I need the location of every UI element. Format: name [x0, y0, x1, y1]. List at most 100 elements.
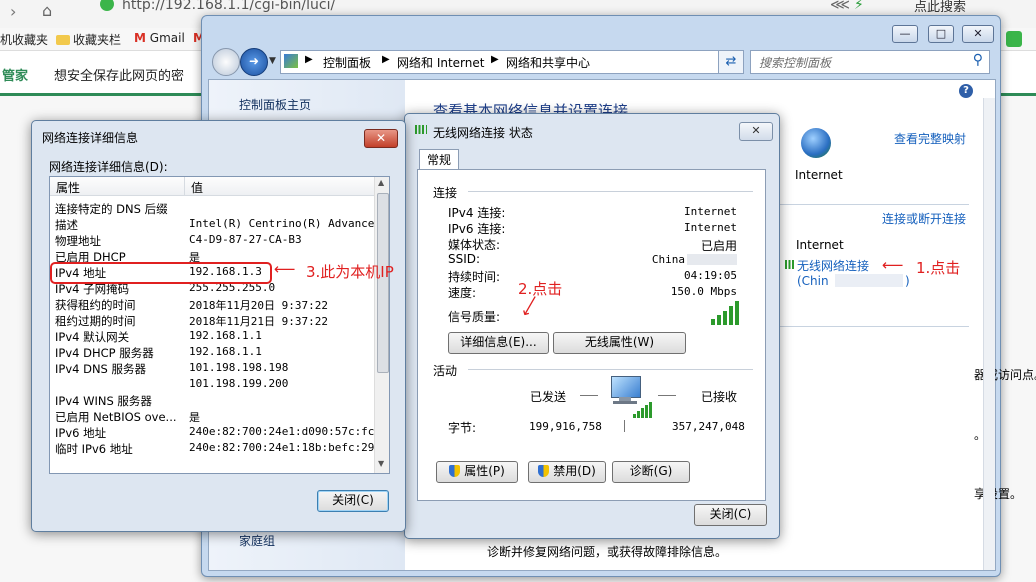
- lightning-icon[interactable]: ⚡: [854, 0, 864, 13]
- details-rows: 连接特定的 DNS 后缀 描述 Intel(R) Centrino(R) Adva…: [50, 201, 388, 473]
- search-input[interactable]: 搜索控制面板: [759, 54, 831, 71]
- breadcrumb-control-panel[interactable]: 控制面板: [323, 54, 371, 71]
- connect-disconnect-link[interactable]: 连接或断开连接: [882, 210, 966, 227]
- tab-general[interactable]: 常规: [419, 149, 459, 170]
- media-state-value: 已启用: [700, 239, 737, 253]
- help-icon[interactable]: ?: [959, 84, 973, 98]
- vertical-scrollbar[interactable]: [983, 98, 995, 570]
- value-cell: 2018年11月21日 9:37:22: [189, 315, 328, 328]
- wireless-properties-button[interactable]: 无线属性(W): [553, 332, 686, 354]
- breadcrumb-network-sharing-center[interactable]: 网络和共享中心: [506, 54, 590, 71]
- activity-rule: [658, 395, 676, 396]
- forward-icon[interactable]: ›: [10, 2, 16, 21]
- vertical-scrollbar[interactable]: ▲ ▼: [374, 177, 389, 473]
- minimize-button[interactable]: —: [892, 25, 918, 43]
- back-button[interactable]: [212, 48, 240, 76]
- redacted-ssid: [835, 274, 903, 287]
- breadcrumb-network-internet[interactable]: 网络和 Internet: [397, 54, 484, 71]
- duration-value: 04:19:05: [684, 269, 737, 282]
- search-icon[interactable]: ⚲: [973, 52, 983, 68]
- property-cell: IPv4 WINS 服务器: [55, 394, 152, 408]
- uac-shield-icon: [449, 465, 461, 477]
- address-bar-url[interactable]: http://192.168.1.1/cgi-bin/luci/: [122, 0, 335, 13]
- close-dialog-button[interactable]: ✕: [739, 122, 773, 141]
- table-row[interactable]: 连接特定的 DNS 后缀: [50, 201, 368, 217]
- signal-quality-label: 信号质量:: [448, 310, 501, 324]
- properties-button[interactable]: 属性(P): [436, 461, 518, 483]
- scrollbar-thumb[interactable]: [377, 193, 389, 373]
- bookmark-favorites[interactable]: 机收藏夹: [0, 31, 48, 48]
- ssid-link-tail[interactable]: ): [905, 274, 910, 288]
- table-row[interactable]: IPv4 WINS 服务器: [50, 393, 368, 409]
- diagnose-button[interactable]: 诊断(G): [612, 461, 690, 483]
- maximize-button[interactable]: □: [928, 25, 954, 43]
- close-dialog-button[interactable]: ✕: [364, 129, 398, 148]
- banner-text: 想安全保存此网页的密: [54, 69, 185, 84]
- browser-search-text[interactable]: 点此搜索: [914, 0, 966, 15]
- value-cell: Intel(R) Centrino(R) Advanced-: [189, 217, 388, 230]
- bookmark-label: 收藏夹栏: [73, 33, 122, 47]
- button-label: 属性(P): [464, 464, 505, 478]
- value-cell: 240e:82:700:24e1:d090:57c:fc7f: [189, 425, 388, 438]
- ssid-label: SSID:: [448, 252, 481, 266]
- table-row[interactable]: 物理地址 C4-D9-87-27-CA-B3: [50, 233, 368, 249]
- address-bar[interactable]: ▶ 控制面板 ▶ 网络和 Internet ▶ 网络和共享中心 ▼: [280, 50, 740, 74]
- history-dropdown-icon[interactable]: ▼: [269, 56, 276, 66]
- table-row[interactable]: 获得租约的时间 2018年11月20日 9:37:22: [50, 297, 368, 313]
- close-button[interactable]: 关闭(C): [317, 490, 389, 512]
- signal-strength-icon: [633, 402, 653, 418]
- brand-label: 管家: [2, 69, 29, 84]
- column-header-value[interactable]: 值: [191, 179, 203, 196]
- column-header-property[interactable]: 属性: [56, 179, 80, 196]
- bytes-received-value: 357,247,048: [672, 420, 745, 433]
- ipv6-connectivity-label: IPv6 连接:: [448, 222, 506, 236]
- button-label: 禁用(D): [553, 464, 596, 478]
- gmail-icon: M: [134, 31, 146, 45]
- table-row[interactable]: 租约过期的时间 2018年11月21日 9:37:22: [50, 313, 368, 329]
- value-cell: 是: [189, 411, 200, 424]
- table-row[interactable]: IPv4 DHCP 服务器 192.168.1.1: [50, 345, 368, 361]
- sharing-settings-fragment: 享设置。: [974, 487, 1023, 501]
- property-cell: 描述: [55, 218, 78, 232]
- table-row[interactable]: IPv4 DNS 服务器 101.198.198.198: [50, 361, 368, 377]
- scroll-down-icon[interactable]: ▼: [378, 459, 384, 468]
- bytes-sent-value: 199,916,758: [529, 420, 602, 433]
- ssid-link-text[interactable]: (Chin: [797, 274, 829, 288]
- bookmark-favorites-bar[interactable]: 收藏夹栏: [56, 31, 121, 48]
- bookmark-gmail[interactable]: M Gmail: [134, 31, 185, 45]
- table-row[interactable]: 临时 IPv6 地址 240e:82:700:24e1:18b:befc:29f1: [50, 441, 388, 457]
- ipv4-connectivity-label: IPv4 连接:: [448, 206, 506, 220]
- property-cell: 获得租约的时间: [55, 298, 136, 312]
- details-button[interactable]: 详细信息(E)...: [448, 332, 549, 354]
- view-full-map-link[interactable]: 查看完整映射: [894, 130, 966, 147]
- share-icon[interactable]: ⋘: [830, 0, 850, 13]
- disable-button[interactable]: 禁用(D): [528, 461, 606, 483]
- chevron-right-icon: ▶: [491, 54, 499, 65]
- scroll-up-icon[interactable]: ▲: [378, 178, 384, 187]
- forward-button[interactable]: ➜: [240, 48, 268, 76]
- search-box[interactable]: 搜索控制面板 ⚲: [750, 50, 990, 74]
- sidebar-item-homegroup[interactable]: 家庭组: [239, 532, 275, 549]
- chevron-right-icon: ▶: [382, 54, 390, 65]
- bookmark-label: Gmail: [149, 31, 185, 45]
- table-row[interactable]: 101.198.199.200: [50, 377, 368, 393]
- refresh-button[interactable]: ⇄: [718, 50, 744, 74]
- divider: [769, 326, 969, 327]
- close-button[interactable]: 关闭(C): [694, 504, 767, 526]
- wireless-connection-link[interactable]: 无线网络连接: [797, 257, 869, 274]
- sidebar-item-control-panel-home[interactable]: 控制面板主页: [239, 96, 311, 113]
- table-row[interactable]: IPv4 默认网关 192.168.1.1: [50, 329, 368, 345]
- tab-panel: 连接 IPv4 连接: Internet IPv6 连接: Internet 媒…: [417, 169, 766, 501]
- list-header: 属性 值: [50, 177, 374, 196]
- table-row[interactable]: 已启用 NetBIOS ove... 是: [50, 409, 368, 425]
- home-icon[interactable]: ⌂: [42, 1, 52, 20]
- received-label: 已接收: [701, 390, 738, 404]
- table-row[interactable]: 描述 Intel(R) Centrino(R) Advanced-: [50, 217, 388, 233]
- table-row[interactable]: IPv6 地址 240e:82:700:24e1:d090:57c:fc7f: [50, 425, 388, 441]
- details-list[interactable]: 属性 值 连接特定的 DNS 后缀 描述 Intel(R) Centrino(R)…: [49, 176, 390, 474]
- extension-icon[interactable]: [1006, 31, 1022, 47]
- duration-label: 持续时间:: [448, 270, 501, 284]
- bytes-label: 字节:: [448, 421, 477, 435]
- close-window-button[interactable]: ✕: [962, 25, 994, 43]
- value-cell: 2018年11月20日 9:37:22: [189, 299, 328, 312]
